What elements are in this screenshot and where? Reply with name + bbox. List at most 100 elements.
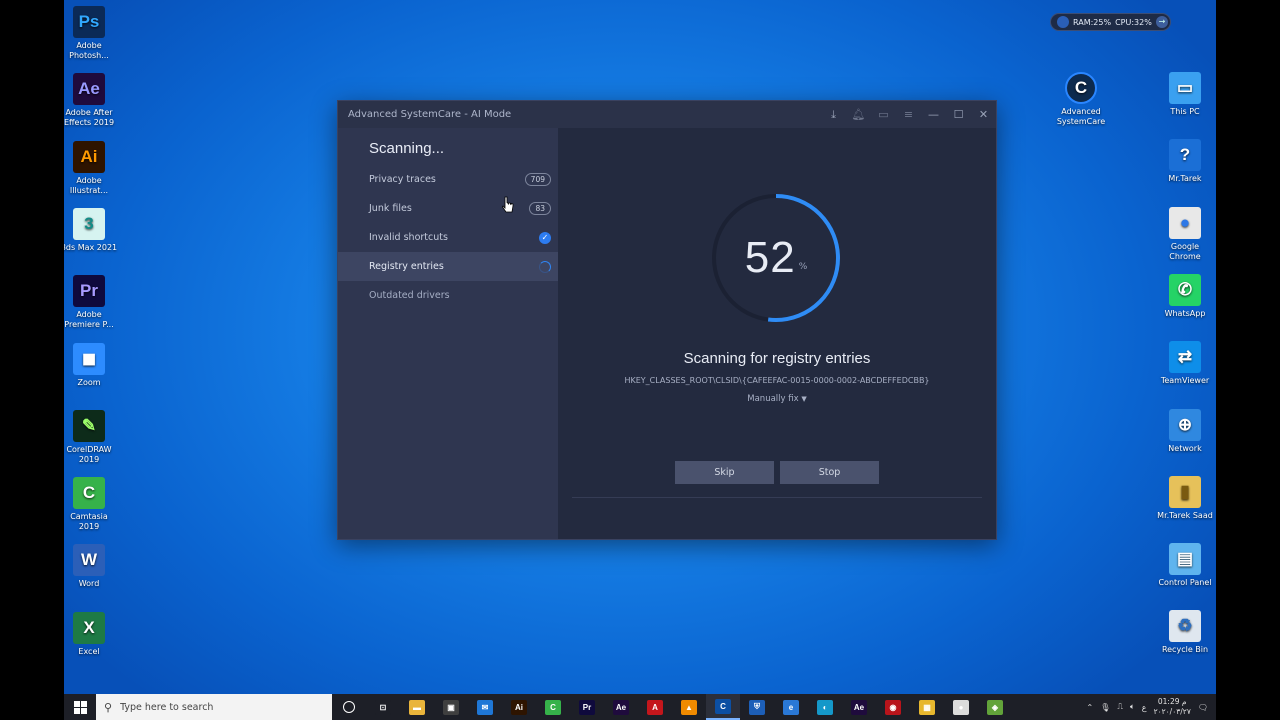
desktop-icon-label: Mr.Tarek Saad — [1157, 510, 1213, 520]
scan-item-junk-files[interactable]: Junk files 83 — [338, 194, 558, 223]
system-monitor-widget[interactable]: RAM:25% CPU:32% → — [1050, 13, 1171, 31]
file-explorer-icon: ▬ — [409, 699, 425, 715]
download-icon[interactable]: ⤓ — [821, 101, 846, 128]
shield-icon: ⛨ — [749, 699, 765, 715]
advanced-systemcare-window: Advanced SystemCare - AI Mode ⤓ 🔔︎ ▭ ≡ —… — [337, 100, 997, 540]
zoom-icon: ◼ — [73, 342, 105, 375]
toolbox-icon[interactable]: ▭ — [871, 101, 896, 128]
bell-icon[interactable]: 🔔︎ — [846, 101, 871, 128]
3ds-max-2021-icon: 3 — [73, 207, 105, 240]
word-icon: W — [73, 544, 105, 577]
desktop-icon-label: Network — [1168, 443, 1202, 453]
store-icon: ▣ — [443, 699, 459, 715]
mail-icon: ✉ — [477, 699, 493, 715]
taskbar-app-task-view[interactable]: ⊡ — [366, 694, 400, 720]
desktop-icon-excel[interactable]: X Excel — [64, 611, 119, 657]
illustrator-icon: Ai — [511, 699, 527, 715]
taskbar-app-illustrator[interactable]: Ai — [502, 694, 536, 720]
desktop-icon-whatsapp[interactable]: ✆ WhatsApp — [1155, 273, 1215, 319]
desktop-icon-mr-tarek[interactable]: ? Mr.Tarek — [1155, 139, 1215, 184]
cortana-button[interactable] — [332, 694, 366, 720]
scan-item-registry-entries[interactable]: Registry entries — [338, 252, 558, 281]
progress-value: 52 — [744, 233, 796, 282]
taskbar-app-chrome[interactable]: ● — [944, 694, 978, 720]
expand-arrow-icon[interactable]: → — [1156, 16, 1168, 28]
desktop-icon-coreldraw-2019[interactable]: ✎ CorelDRAW 2019 — [64, 409, 119, 465]
ae-second-icon: Ae — [851, 699, 867, 715]
desktop-icon-3ds-max-2021[interactable]: 3 3ds Max 2021 — [64, 207, 119, 253]
left-letterbox — [0, 0, 64, 720]
taskbar-app-premiere[interactable]: Pr — [570, 694, 604, 720]
taskbar-app-vlc[interactable]: ▲ — [672, 694, 706, 720]
start-button[interactable] — [64, 694, 96, 720]
scan-main-panel: 52 % Scanning for registry entries HKEY_… — [558, 128, 996, 539]
taskbar-app-nvidia[interactable]: ◈ — [978, 694, 1012, 720]
taskbar-app-acrobat[interactable]: A — [638, 694, 672, 720]
desktop-icon-recycle-bin[interactable]: ♻ Recycle Bin — [1155, 610, 1215, 655]
desktop-icon-advanced-systemcare[interactable]: C Advanced SystemCare — [1051, 72, 1111, 127]
window-titlebar[interactable]: Advanced SystemCare - AI Mode ⤓ 🔔︎ ▭ ≡ —… — [338, 101, 996, 128]
desktop-icon-label: Advanced SystemCare — [1056, 107, 1106, 126]
manually-fix-dropdown[interactable]: Manually fix ▼ — [558, 394, 996, 404]
taskbar-app-advanced-systemcare[interactable]: C — [706, 694, 740, 720]
taskbar-search-box[interactable]: ⚲ Type here to search — [96, 694, 332, 720]
desktop-icon-label: Adobe Photosh... — [69, 41, 109, 60]
desktop-icon-control-panel[interactable]: ▤ Control Panel — [1155, 543, 1215, 588]
scan-item-privacy-traces[interactable]: Privacy traces 709 — [338, 165, 558, 194]
desktop-icon-label: Control Panel — [1158, 578, 1212, 588]
taskbar-app-after-effects[interactable]: Ae — [604, 694, 638, 720]
network-icon: ⊕ — [1169, 408, 1201, 441]
taskbar-clock[interactable]: 01:29 م ٢٠٢٠/٠٣/٢٧ — [1154, 697, 1191, 717]
desktop-icon-camtasia-2019[interactable]: C Camtasia 2019 — [64, 477, 119, 532]
skip-button[interactable]: Skip — [675, 461, 774, 484]
desktop-icon-network[interactable]: ⊕ Network — [1155, 408, 1215, 454]
desktop-icon-this-pc[interactable]: ▭ This PC — [1155, 72, 1215, 117]
desktop-icon-label: Adobe Premiere P... — [64, 310, 114, 330]
camtasia-icon: C — [545, 699, 561, 715]
taskbar-app-antivirus[interactable]: ◉ — [876, 694, 910, 720]
maximize-icon[interactable]: ☐ — [946, 101, 971, 128]
task-view-icon: ⊡ — [375, 699, 391, 715]
taskbar-app-edge-legacy[interactable]: e — [774, 694, 808, 720]
microphone-tray-icon[interactable]: 🎙︎ — [1100, 703, 1110, 712]
desktop-icon-label: 3ds Max 2021 — [64, 242, 118, 252]
network-tray-icon[interactable]: ⎍ — [1117, 702, 1123, 712]
taskbar-app-file-explorer[interactable]: ▬ — [400, 694, 434, 720]
desktop-icon-adobe-illustrat[interactable]: Ai Adobe Illustrat... — [64, 140, 119, 196]
desktop-icon-adobe-photosh[interactable]: Ps Adobe Photosh... — [64, 6, 119, 61]
stop-button[interactable]: Stop — [780, 461, 879, 484]
taskbar-app-store[interactable]: ▣ — [434, 694, 468, 720]
acrobat-icon: A — [647, 699, 663, 715]
desktop-icon-label: Excel — [78, 646, 100, 656]
after-effects-icon: Ae — [613, 699, 629, 715]
desktop-icon-label: Camtasia 2019 — [70, 512, 108, 532]
notifications-icon[interactable]: 🗨︎ — [1198, 703, 1208, 712]
advanced-systemcare-icon: C — [1065, 72, 1097, 104]
adobe-photosh-icon: Ps — [73, 6, 105, 38]
taskbar-app-shield[interactable]: ⛨ — [740, 694, 774, 720]
desktop-icon-adobe-premiere-p[interactable]: Pr Adobe Premiere P... — [64, 275, 119, 330]
mouse-cursor-icon — [502, 196, 514, 213]
language-indicator[interactable]: ع — [1142, 703, 1147, 712]
minimize-icon[interactable]: — — [921, 101, 946, 128]
menu-icon[interactable]: ≡ — [896, 101, 921, 128]
desktop-icon-mr-tarek-saad[interactable]: ▮ Mr.Tarek Saad — [1155, 475, 1215, 521]
desktop-icon-adobe-after-effects-2019[interactable]: Ae Adobe After Effects 2019 — [64, 73, 119, 128]
desktop-icon-zoom[interactable]: ◼ Zoom — [64, 342, 119, 388]
scan-item-invalid-shortcuts[interactable]: Invalid shortcuts ✓ — [338, 223, 558, 252]
desktop-icon-word[interactable]: W Word — [64, 544, 119, 589]
taskbar-app-edge[interactable]: ◐ — [808, 694, 842, 720]
volume-icon[interactable]: 🔈︎ — [1130, 702, 1135, 712]
close-icon[interactable]: ✕ — [971, 101, 996, 128]
taskbar: ⚲ Type here to search ⊡ ▬ ▣ ✉ Ai C Pr Ae A ▲ C ⛨ e ◐ A… — [64, 694, 1216, 720]
taskbar-app-photos[interactable]: ▦ — [910, 694, 944, 720]
scan-item-outdated-drivers[interactable]: Outdated drivers — [338, 281, 558, 310]
desktop-icon-google-chrome[interactable]: ● Google Chrome — [1155, 206, 1215, 262]
taskbar-app-ae-second[interactable]: Ae — [842, 694, 876, 720]
camtasia-2019-icon: C — [73, 477, 105, 510]
taskbar-app-mail[interactable]: ✉ — [468, 694, 502, 720]
desktop-icon-label: CorelDRAW 2019 — [66, 444, 112, 464]
desktop-icon-teamviewer[interactable]: ⇄ TeamViewer — [1155, 341, 1215, 386]
show-hidden-icons[interactable]: ⌃ — [1087, 703, 1094, 712]
taskbar-app-camtasia[interactable]: C — [536, 694, 570, 720]
